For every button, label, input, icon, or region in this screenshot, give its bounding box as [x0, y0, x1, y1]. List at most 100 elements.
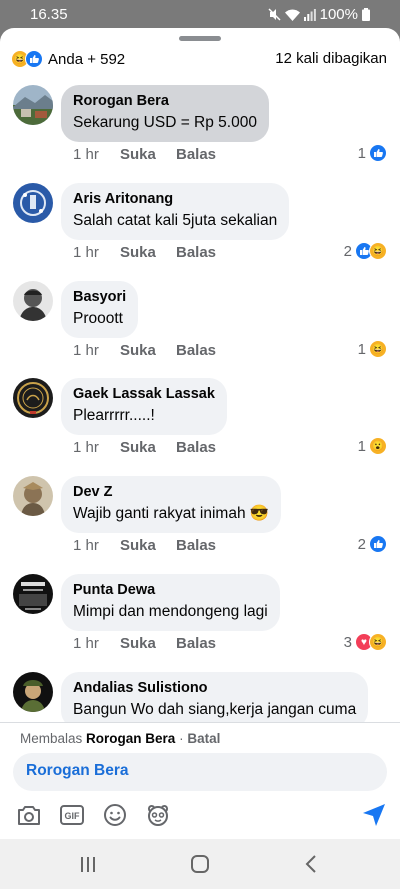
- comment-text: Prooott: [73, 310, 123, 327]
- comment-author[interactable]: Dev Z: [73, 483, 269, 501]
- like-button[interactable]: Suka: [120, 244, 176, 261]
- comment-time: 1 hr: [73, 635, 99, 652]
- comment-time: 1 hr: [73, 342, 99, 359]
- camera-icon[interactable]: [17, 803, 41, 827]
- comments-sheet: 😆 Anda + 592 12 kali dibagikan Rorogan B…: [0, 28, 400, 839]
- comment-author[interactable]: Aris Aritonang: [73, 190, 277, 208]
- avatar[interactable]: [13, 476, 53, 516]
- comment-input[interactable]: Rorogan Bera: [13, 753, 387, 791]
- comment-text: Wajib ganti rakyat inimah 😎: [73, 505, 270, 522]
- comment-actions: 1 hr Suka Balas: [73, 244, 216, 261]
- like-button[interactable]: Suka: [120, 146, 176, 163]
- reactors-label: Anda + 592: [48, 50, 126, 68]
- avatar[interactable]: [13, 574, 53, 614]
- status-icons: 100%: [268, 6, 370, 23]
- comment-author[interactable]: Punta Dewa: [73, 581, 268, 599]
- like-button[interactable]: Suka: [120, 537, 176, 554]
- reply-button[interactable]: Balas: [176, 439, 216, 456]
- comment-time: 1 hr: [73, 146, 99, 163]
- reply-button[interactable]: Balas: [176, 342, 216, 359]
- replying-prefix: Membalas: [20, 731, 83, 746]
- comment-text: Sekarung USD = Rp 5.000: [73, 114, 257, 131]
- avatar[interactable]: [13, 672, 53, 712]
- svg-text:GIF: GIF: [65, 811, 81, 821]
- like-button[interactable]: Suka: [120, 439, 176, 456]
- comment-bubble[interactable]: Andalias Sulistiono Bangun Wo dah siang,…: [61, 672, 369, 729]
- comment-reactions[interactable]: 1: [358, 144, 387, 162]
- like-icon: [369, 535, 387, 553]
- comment-bubble[interactable]: Aris Aritonang Salah catat kali 5juta se…: [61, 183, 290, 240]
- comment-author[interactable]: Andalias Sulistiono: [73, 679, 356, 697]
- like-button[interactable]: Suka: [120, 342, 176, 359]
- comment-actions: 1 hr Suka Balas: [73, 439, 216, 456]
- comment-author[interactable]: Gaek Lassak Lassak: [73, 385, 215, 403]
- comment-time: 1 hr: [73, 244, 99, 261]
- reply-button[interactable]: Balas: [176, 635, 216, 652]
- sticker-icon[interactable]: [146, 803, 170, 827]
- comment-author[interactable]: Basyori: [73, 288, 126, 306]
- comment-actions: 1 hr Suka Balas: [73, 146, 216, 163]
- avatar[interactable]: [13, 183, 53, 223]
- comment-reactions[interactable]: 3 ♥ 😆: [344, 633, 387, 651]
- battery-icon: [362, 8, 370, 21]
- reply-button[interactable]: Balas: [176, 244, 216, 261]
- signal-icon: [303, 8, 316, 21]
- comment-reactions[interactable]: 1 😮: [358, 437, 387, 455]
- composer-tools: GIF: [17, 803, 170, 827]
- sheet-header: 😆 Anda + 592 12 kali dibagikan: [0, 48, 400, 72]
- battery-percent: 100%: [319, 6, 358, 23]
- gif-icon[interactable]: GIF: [60, 803, 84, 827]
- comment-time: 1 hr: [73, 537, 99, 554]
- reaction-count: 3: [343, 633, 352, 651]
- comment-author[interactable]: Rorogan Bera: [73, 92, 257, 110]
- comment-text: Mimpi dan mendongeng lagi: [73, 603, 268, 620]
- drag-handle[interactable]: [179, 36, 221, 41]
- wow-icon: 😮: [369, 437, 387, 455]
- emoji-icon[interactable]: [103, 803, 127, 827]
- comment-text: Salah catat kali 5juta sekalian: [73, 212, 278, 229]
- home-icon[interactable]: [188, 853, 212, 875]
- shares-count[interactable]: 12 kali dibagikan: [275, 50, 387, 67]
- comment-time: 1 hr: [73, 439, 99, 456]
- send-icon[interactable]: [362, 803, 386, 827]
- reaction-count: 2: [357, 535, 366, 553]
- comment-bubble[interactable]: Punta Dewa Mimpi dan mendongeng lagi: [61, 574, 280, 631]
- mute-icon: [268, 8, 281, 21]
- replying-to: Membalas Rorogan Bera · Batal: [20, 731, 220, 746]
- comment-bubble[interactable]: Dev Z Wajib ganti rakyat inimah 😎: [61, 476, 282, 533]
- comment-text: Bangun Wo dah siang,kerja jangan cuma: [73, 701, 357, 718]
- recents-icon[interactable]: [76, 853, 100, 875]
- post-reactions[interactable]: 😆 Anda + 592: [11, 50, 125, 68]
- comment-bubble[interactable]: Gaek Lassak Lassak Plearrrrr.....!: [61, 378, 227, 435]
- haha-icon: 😆: [369, 633, 387, 651]
- avatar[interactable]: [13, 85, 53, 125]
- avatar[interactable]: [13, 378, 53, 418]
- reaction-count: 1: [357, 144, 366, 162]
- reply-button[interactable]: Balas: [176, 146, 216, 163]
- back-icon[interactable]: [300, 853, 324, 875]
- comment-text: Plearrrrr.....!: [73, 407, 155, 424]
- comment-reactions[interactable]: 1 😆: [358, 340, 387, 358]
- reaction-count: 1: [357, 437, 366, 455]
- cancel-reply-button[interactable]: Batal: [187, 731, 220, 746]
- comment-bubble[interactable]: Basyori Prooott: [61, 281, 139, 338]
- haha-icon: 😆: [369, 242, 387, 260]
- system-nav-bar: [0, 839, 400, 889]
- status-bar: 16.35 100%: [0, 0, 400, 30]
- comment-actions: 1 hr Suka Balas: [73, 537, 216, 554]
- reply-composer: Membalas Rorogan Bera · Batal Rorogan Be…: [0, 722, 400, 839]
- avatar[interactable]: [13, 281, 53, 321]
- comment-reactions[interactable]: 2 😆: [344, 242, 387, 260]
- comment-reactions[interactable]: 2: [358, 535, 387, 553]
- reaction-count: 1: [357, 340, 366, 358]
- comment-actions: 1 hr Suka Balas: [73, 342, 216, 359]
- mention-tag: Rorogan Bera: [26, 762, 129, 779]
- comment-bubble[interactable]: Rorogan Bera Sekarung USD = Rp 5.000: [61, 85, 269, 142]
- like-icon: [369, 144, 387, 162]
- like-icon: [25, 50, 43, 68]
- reaction-count: 2: [343, 242, 352, 260]
- like-button[interactable]: Suka: [120, 635, 176, 652]
- replying-target: Rorogan Bera: [86, 731, 176, 746]
- wifi-icon: [284, 9, 300, 21]
- reply-button[interactable]: Balas: [176, 537, 216, 554]
